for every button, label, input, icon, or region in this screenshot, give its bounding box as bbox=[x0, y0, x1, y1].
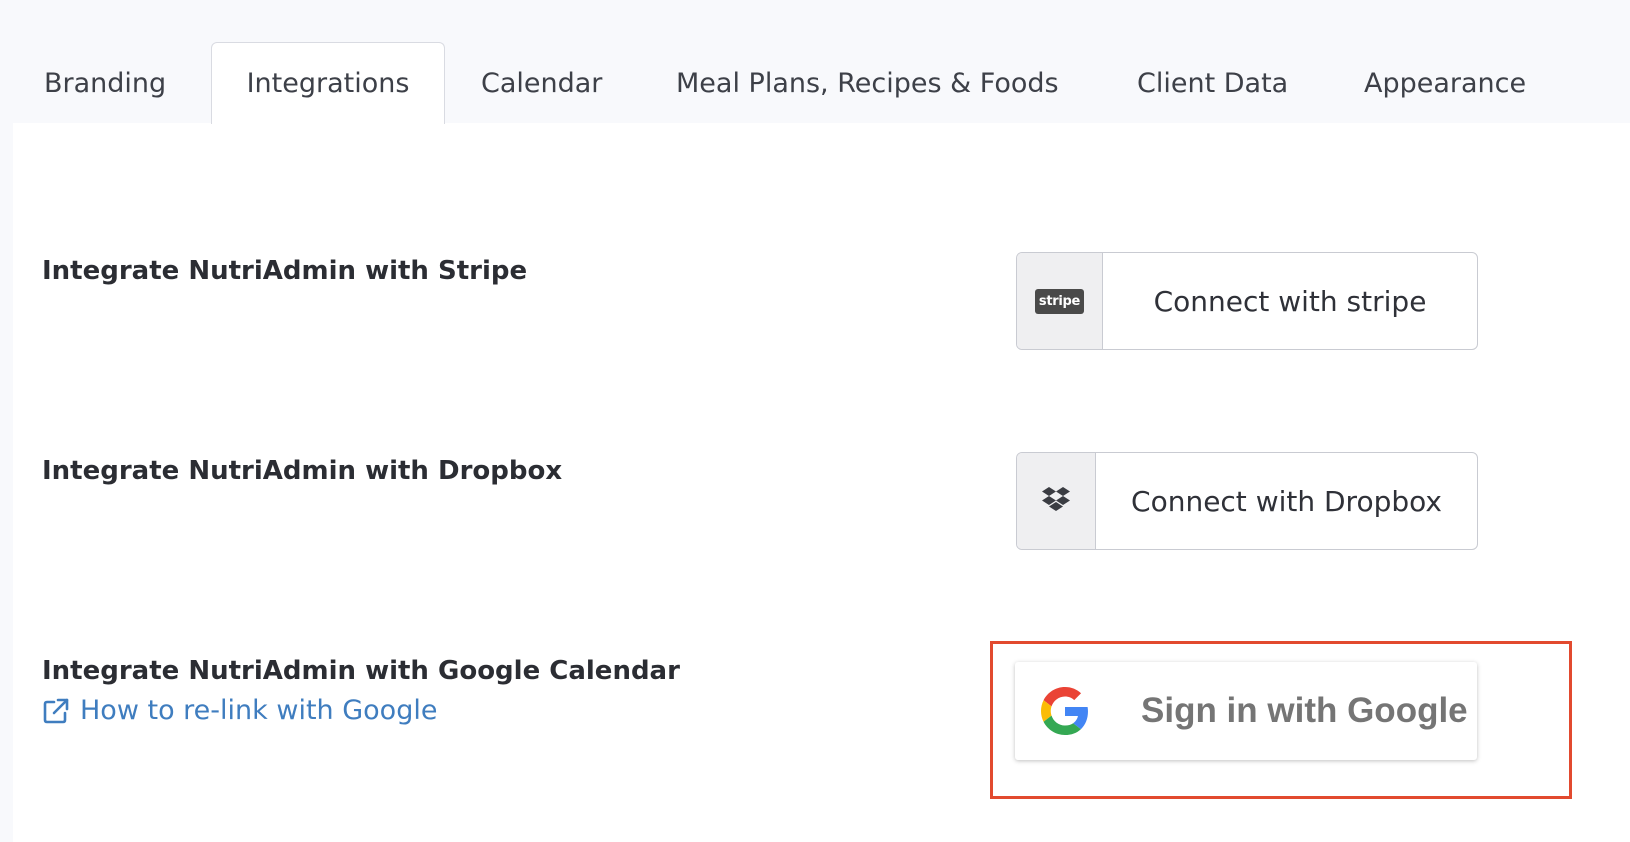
tab-meal-plans-recipes-foods[interactable]: Meal Plans, Recipes & Foods bbox=[676, 42, 1059, 124]
sign-in-with-google-button[interactable]: Sign in with Google bbox=[1015, 662, 1477, 760]
relink-google-help-link[interactable]: How to re-link with Google bbox=[42, 695, 437, 726]
dropbox-integration-label: Integrate NutriAdmin with Dropbox bbox=[42, 456, 563, 486]
external-link-icon bbox=[42, 697, 70, 725]
dropbox-icon-box bbox=[1017, 453, 1096, 549]
connect-stripe-label: Connect with stripe bbox=[1153, 284, 1427, 318]
connect-dropbox-label: Connect with Dropbox bbox=[1131, 484, 1442, 518]
tab-client-data[interactable]: Client Data bbox=[1137, 42, 1288, 124]
tab-calendar[interactable]: Calendar bbox=[481, 42, 602, 124]
dropbox-icon bbox=[1042, 486, 1070, 516]
connect-stripe-button[interactable]: stripe Connect with stripe bbox=[1016, 252, 1478, 350]
relink-google-link-text: How to re-link with Google bbox=[80, 695, 438, 726]
stripe-integration-label: Integrate NutriAdmin with Stripe bbox=[42, 256, 528, 286]
stripe-icon-box: stripe bbox=[1017, 253, 1103, 349]
tab-branding[interactable]: Branding bbox=[44, 42, 166, 124]
google-g-icon bbox=[1041, 687, 1089, 735]
connect-dropbox-button[interactable]: Connect with Dropbox bbox=[1016, 452, 1478, 550]
stripe-logo-icon: stripe bbox=[1034, 288, 1085, 314]
google-calendar-integration-label: Integrate NutriAdmin with Google Calenda… bbox=[42, 656, 680, 686]
sign-in-with-google-label: Sign in with Google bbox=[1141, 691, 1468, 730]
tab-appearance[interactable]: Appearance bbox=[1364, 42, 1526, 124]
settings-tabbar: Branding Integrations Calendar Meal Plan… bbox=[0, 0, 1630, 124]
tab-integrations[interactable]: Integrations bbox=[211, 42, 445, 124]
